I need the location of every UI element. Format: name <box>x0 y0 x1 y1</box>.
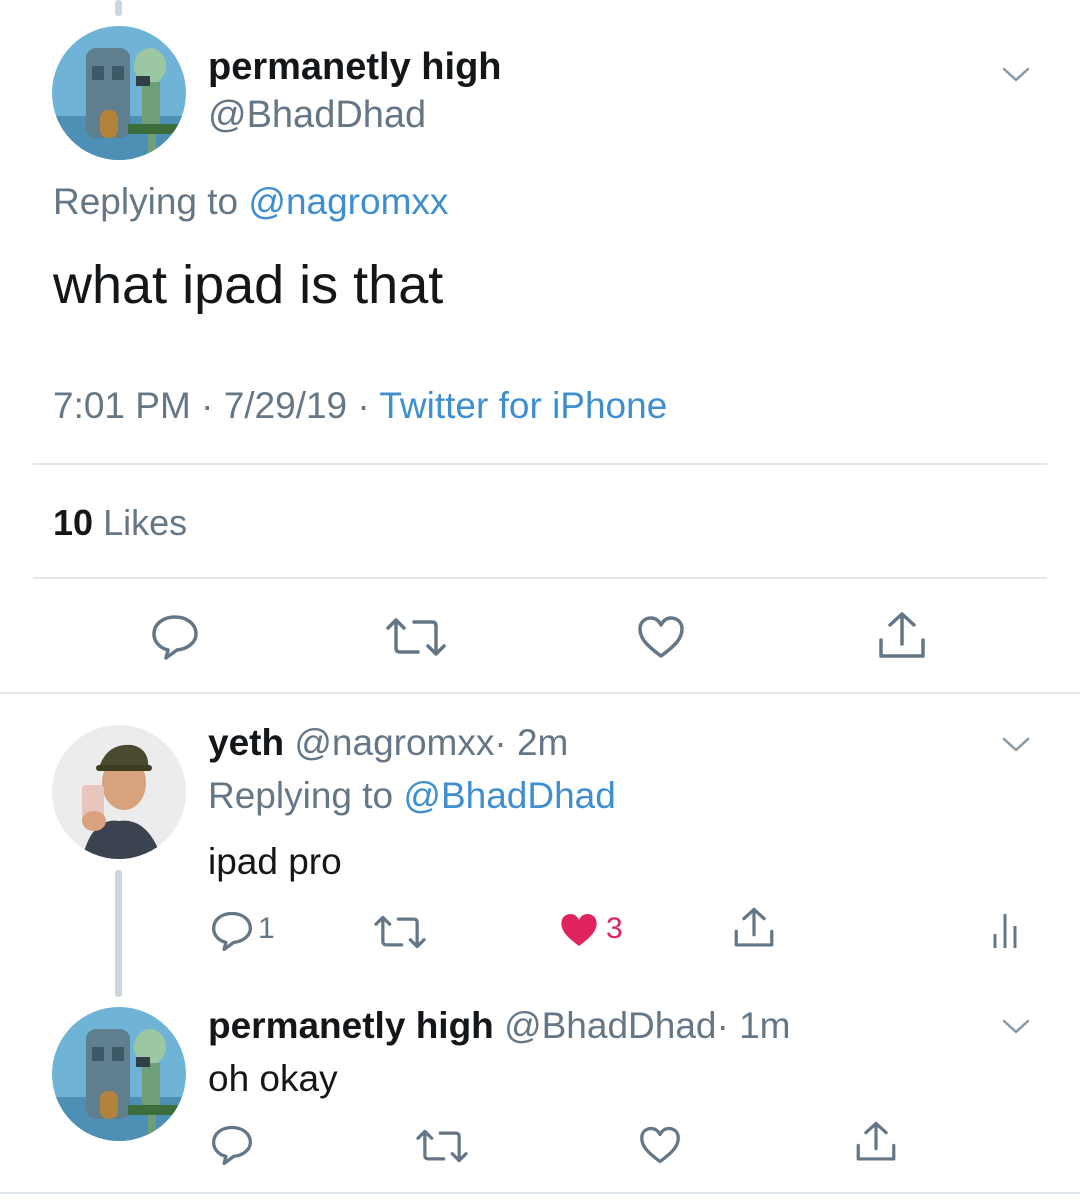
reply1-header: yeth @nagromxx· 2m <box>208 722 568 764</box>
retweet-icon[interactable] <box>414 1128 470 1164</box>
reply1-handle[interactable]: @nagromxx <box>294 722 494 763</box>
reply1-age: 2m <box>516 722 569 763</box>
chevron-down-icon[interactable] <box>1001 1016 1031 1036</box>
avatar-yeth[interactable] <box>52 725 186 859</box>
meta-separator: · <box>494 722 507 763</box>
share-icon[interactable] <box>732 906 776 950</box>
section-divider <box>0 1192 1080 1194</box>
reply-icon[interactable] <box>150 613 200 661</box>
share-icon[interactable] <box>876 610 928 662</box>
like-count: 3 <box>606 912 623 945</box>
meta-separator: · <box>716 1005 729 1046</box>
reply-count: 1 <box>258 912 275 945</box>
liked-heart-icon[interactable] <box>558 910 600 950</box>
reply1-text: ipad pro <box>208 841 342 882</box>
reply2-header: permanetly high @BhadDhad· 1m <box>208 1005 791 1047</box>
share-icon[interactable] <box>854 1120 898 1164</box>
tweet-date: 7/29/19 <box>223 385 348 426</box>
meta-separator: · <box>201 385 214 426</box>
reply1-replying-to: Replying to @BhadDhad <box>208 775 616 817</box>
retweet-icon[interactable] <box>384 616 448 658</box>
tweet-source-link[interactable]: Twitter for iPhone <box>379 385 667 426</box>
main-display-name[interactable]: permanetly high <box>208 46 502 89</box>
analytics-icon[interactable] <box>990 912 1020 950</box>
replying-handle-link[interactable]: @nagromxx <box>248 181 448 222</box>
reply2-text: oh okay <box>208 1058 338 1099</box>
chevron-down-icon[interactable] <box>1001 64 1031 84</box>
section-divider <box>0 692 1080 694</box>
reply2-age: 1m <box>739 1005 791 1046</box>
avatar-permanetly-high[interactable] <box>52 26 186 160</box>
reply-icon[interactable] <box>210 910 254 952</box>
main-replying-to: Replying to @nagromxx <box>53 181 448 223</box>
tweet-time: 7:01 PM <box>53 385 191 426</box>
retweet-icon[interactable] <box>372 914 428 950</box>
main-handle[interactable]: @BhadDhad <box>208 94 426 137</box>
likes-count: 10 <box>53 502 94 543</box>
main-tweet-text: what ipad is that <box>53 255 444 315</box>
avatar-permanetly-high[interactable] <box>52 1007 186 1141</box>
thread-line-reply <box>115 870 122 997</box>
like-icon[interactable] <box>638 1125 682 1165</box>
reply-icon[interactable] <box>210 1124 254 1166</box>
reply2-handle[interactable]: @BhadDhad <box>504 1005 716 1046</box>
replying-prefix: Replying to <box>53 181 239 222</box>
likes-label: Likes <box>103 502 188 543</box>
replying-handle-link[interactable]: @BhadDhad <box>403 775 615 816</box>
divider <box>33 463 1047 465</box>
like-icon[interactable] <box>636 614 686 660</box>
reply1-display-name[interactable]: yeth <box>208 722 284 763</box>
reply2-display-name[interactable]: permanetly high <box>208 1005 494 1046</box>
meta-separator: · <box>357 385 370 426</box>
likes-summary[interactable]: 10 Likes <box>53 502 187 544</box>
thread-line-top <box>115 0 122 16</box>
main-tweet-meta: 7:01 PM · 7/29/19 · Twitter for iPhone <box>53 385 667 427</box>
replying-prefix: Replying to <box>208 775 394 816</box>
chevron-down-icon[interactable] <box>1001 734 1031 754</box>
divider <box>33 577 1047 579</box>
